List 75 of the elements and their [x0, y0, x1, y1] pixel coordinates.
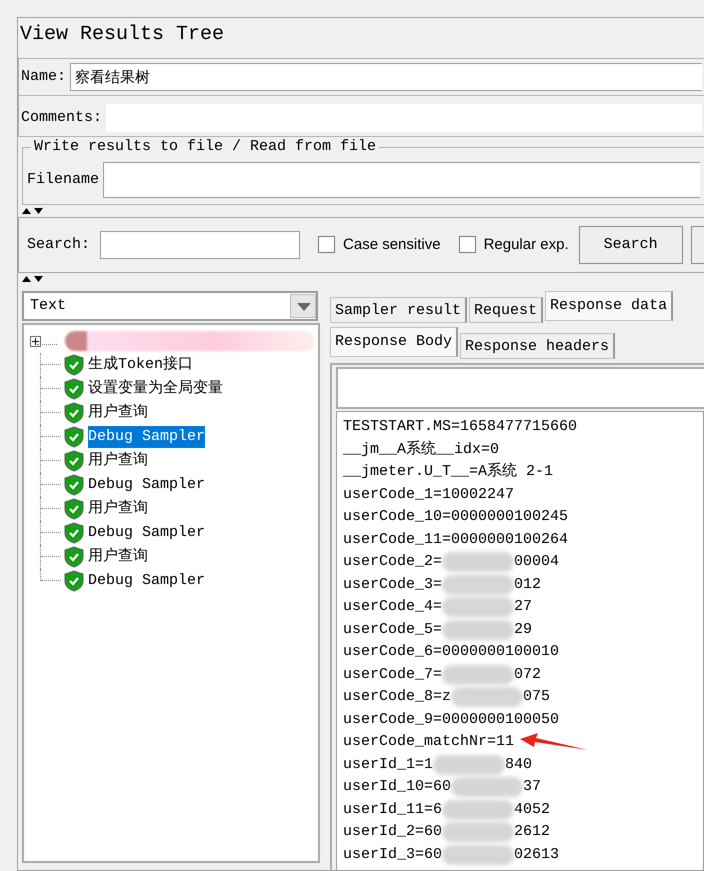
field-label: Search: [27, 234, 90, 255]
tree-item[interactable]: 用户查询 [88, 498, 148, 520]
response-line: userId_2=60 [343, 822, 442, 842]
response-line: userCode_3= [343, 574, 442, 594]
shield-check-icon [64, 570, 84, 592]
response-line: 072 [514, 664, 542, 684]
response-line: userCode_4= [343, 597, 442, 617]
response-line: 075 [523, 687, 550, 707]
collapse-up-icon[interactable] [22, 208, 31, 214]
collapse-down-icon[interactable] [34, 276, 43, 282]
response-line: 012 [514, 574, 542, 594]
collapse-down-icon[interactable] [34, 208, 43, 214]
response-line: userCode_5= [343, 620, 442, 640]
shield-check-icon [64, 498, 84, 520]
tree-item[interactable]: Debug Sampler [88, 522, 206, 544]
search-button[interactable]: Search [578, 226, 683, 264]
tree-item[interactable]: 生成Token接口 [88, 354, 194, 376]
tab[interactable]: Sampler result [330, 297, 468, 323]
shield-check-icon [64, 426, 84, 448]
response-line: userCode_9=0000000100050 [343, 710, 560, 730]
shield-check-icon [64, 474, 84, 496]
expand-icon[interactable] [30, 336, 41, 346]
response-line: TESTSTART.MS=1658477715660 [343, 417, 578, 437]
tree-item[interactable]: 用户查询 [88, 402, 148, 424]
response-line: 29 [514, 620, 532, 640]
response-line: 840 [505, 754, 532, 774]
shield-check-icon [64, 378, 84, 400]
shield-check-icon [64, 522, 84, 544]
field-label: Filename [27, 170, 100, 190]
filename-field[interactable] [103, 162, 700, 198]
response-line: 27 [514, 597, 532, 617]
response-line: 2612 [514, 822, 550, 842]
response-line: 37 [523, 777, 542, 797]
tree-item[interactable]: Debug Sampler [88, 570, 206, 592]
response-line: userCode_7= [343, 664, 442, 684]
collapse-up-icon[interactable] [22, 276, 31, 282]
response-line: userId_10=60 [343, 777, 452, 797]
renderer-dropdown[interactable]: Text [22, 291, 318, 321]
tree-item[interactable]: Debug Sampler [88, 426, 206, 448]
tree-item[interactable]: 用户查询 [88, 546, 148, 568]
checkbox[interactable]: Regular exp. [458, 234, 569, 256]
text-field[interactable] [336, 367, 704, 409]
shield-check-icon [64, 354, 84, 376]
response-line: 00004 [514, 552, 560, 572]
shield-check-icon [64, 450, 84, 472]
response-line: userCode_6=0000000100010 [343, 642, 560, 662]
search-field[interactable] [100, 231, 300, 259]
tab[interactable]: Response data [545, 291, 674, 321]
response-line: userId_3=60 [343, 844, 442, 864]
tree-item[interactable]: 设置变量为全局变量 [88, 378, 223, 400]
response-line: 02613 [514, 844, 560, 864]
response-line: __jm__A系统__idx=0 [343, 440, 500, 460]
tree-item[interactable]: 用户查询 [88, 450, 148, 472]
response-line: userCode_11=0000000100264 [343, 530, 568, 550]
tab[interactable]: Request [469, 297, 544, 323]
tab[interactable]: Response Body [330, 327, 458, 357]
response-line: 4052 [514, 800, 550, 820]
checkbox[interactable]: Case sensitive [318, 234, 441, 256]
response-line: userId_1=1 [343, 754, 434, 774]
response-line: __jmeter.U_T__=A系统 2-1 [343, 462, 554, 482]
field-label: Name: [21, 66, 66, 87]
caret-icon [290, 294, 316, 318]
shield-check-icon [64, 402, 84, 424]
panel-title: View Results Tree [19, 22, 226, 48]
response-line: userCode_matchNr=11 [343, 732, 514, 752]
shield-check-icon [64, 546, 84, 568]
tab[interactable]: Response headers [460, 333, 616, 359]
response-line: userCode_10=0000000100245 [343, 507, 568, 527]
field-label: Comments: [21, 108, 102, 128]
response-line: userCode_8=z [343, 687, 452, 707]
tree-item[interactable]: Debug Sampler [88, 474, 206, 496]
response-line: userCode_2= [343, 552, 442, 572]
response-line: userId_11=6 [343, 800, 442, 820]
name-field[interactable]: 察看结果树 [70, 63, 702, 91]
response-line: userCode_1=10002247 [343, 484, 514, 504]
